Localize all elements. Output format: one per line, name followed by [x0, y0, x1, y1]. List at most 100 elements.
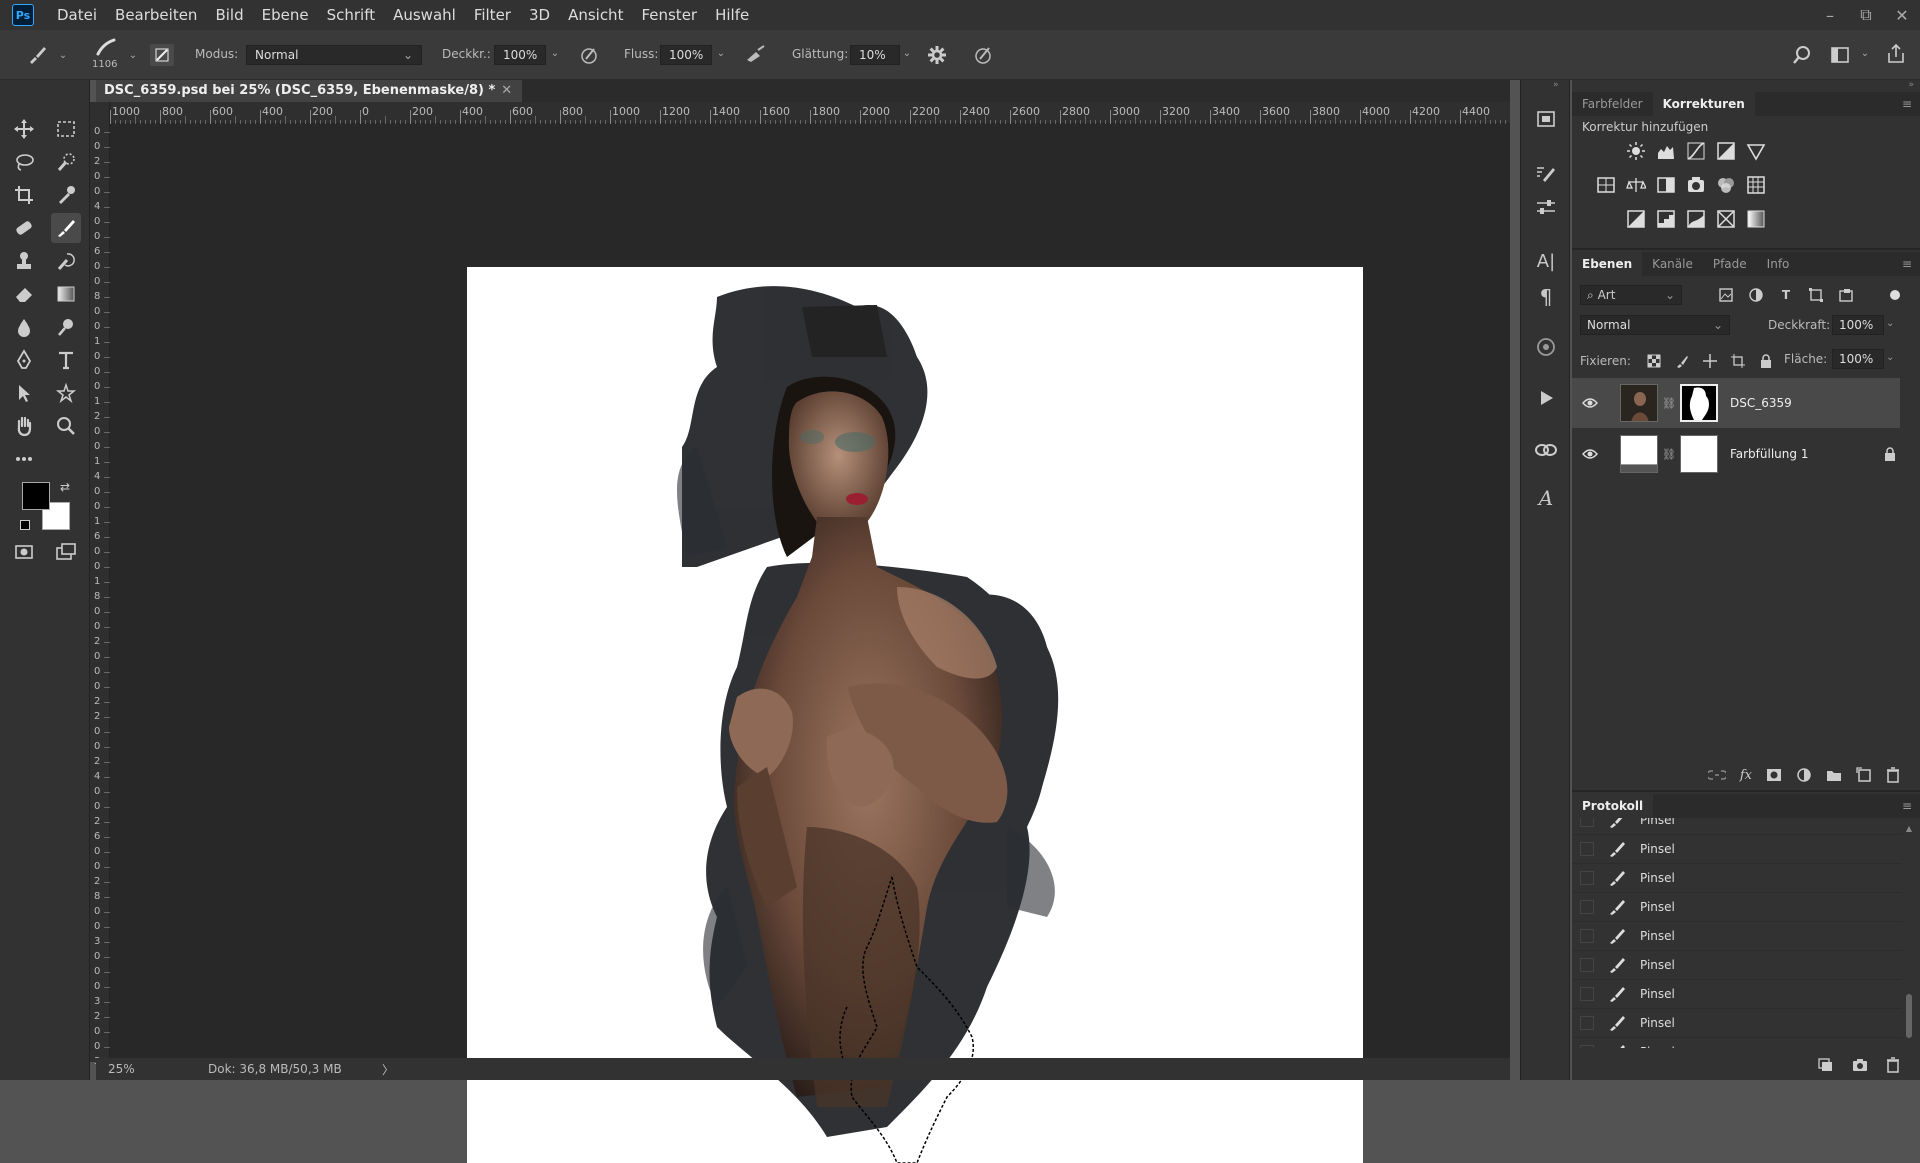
blur-tool-icon[interactable] — [9, 312, 39, 342]
gradient-tool-icon[interactable] — [51, 279, 81, 309]
lock-transparency-icon[interactable] — [1642, 350, 1666, 372]
brush-preset-picker[interactable]: 1106 — [92, 36, 122, 76]
glyphs-icon[interactable]: A — [1533, 485, 1559, 511]
foreground-color-swatch[interactable] — [22, 482, 50, 510]
eyedropper-tool-icon[interactable] — [51, 180, 81, 210]
smoothing-field[interactable]: 10% — [850, 45, 900, 65]
fill-field[interactable]: 100% — [1832, 349, 1884, 369]
filter-toggle[interactable] — [1890, 290, 1900, 300]
zoom-level[interactable]: 25% — [108, 1062, 188, 1076]
default-colors-icon[interactable] — [20, 520, 30, 530]
history-source-checkbox[interactable] — [1580, 929, 1594, 943]
airbrush-icon[interactable] — [744, 44, 768, 66]
gear-icon[interactable] — [926, 44, 948, 66]
tab-protokoll[interactable]: Protokoll — [1572, 794, 1654, 818]
layer-opacity-field[interactable]: 100% — [1832, 315, 1884, 335]
blend-mode-select[interactable]: Normal ⌄ — [1580, 315, 1730, 335]
filter-shape-icon[interactable] — [1804, 284, 1828, 306]
pressure-opacity-icon[interactable] — [578, 44, 600, 66]
menu-3d[interactable]: 3D — [529, 6, 550, 24]
curves-icon[interactable] — [1684, 140, 1708, 162]
photoshop-logo[interactable]: Ps — [12, 4, 34, 26]
layer-name[interactable]: DSC_6359 — [1730, 396, 1792, 410]
share-icon[interactable] — [1886, 43, 1906, 65]
lock-artboard-icon[interactable] — [1726, 350, 1750, 372]
flow-caret-icon[interactable]: ⌄ — [714, 48, 728, 62]
new-snapshot-camera-icon[interactable] — [1852, 1058, 1868, 1072]
color-lookup-icon[interactable] — [1744, 174, 1768, 196]
document-tab[interactable]: DSC_6359.psd bei 25% (DSC_6359, Ebenenma… — [96, 80, 523, 102]
move-tool-icon[interactable] — [9, 114, 39, 144]
custom-shape-tool-icon[interactable] — [51, 378, 81, 408]
history-source-checkbox[interactable] — [1580, 958, 1594, 972]
history-item[interactable]: Pinsel — [1572, 1009, 1902, 1038]
tool-preset-caret-icon[interactable]: ⌄ — [56, 50, 70, 64]
search-icon[interactable] — [1792, 45, 1812, 65]
healing-brush-tool-icon[interactable] — [9, 213, 39, 243]
filter-type-icon[interactable]: T — [1774, 284, 1798, 306]
posterize-icon[interactable] — [1654, 208, 1678, 230]
history-item[interactable]: Pinsel — [1572, 922, 1902, 951]
brush-settings-panel-icon[interactable] — [150, 44, 174, 66]
workspace-icon[interactable] — [1830, 45, 1850, 65]
pressure-size-icon[interactable] — [972, 44, 994, 66]
eraser-tool-icon[interactable] — [9, 279, 39, 309]
history-source-checkbox[interactable] — [1580, 818, 1594, 827]
clone-stamp-tool-icon[interactable] — [9, 246, 39, 276]
marquee-tool-icon[interactable] — [51, 114, 81, 144]
mask-link-icon[interactable]: ⛓ — [1662, 448, 1676, 461]
hand-tool-icon[interactable] — [9, 411, 39, 441]
actions-play-icon[interactable] — [1533, 385, 1559, 411]
document-canvas[interactable] — [467, 267, 1363, 1163]
brightness-contrast-icon[interactable] — [1624, 140, 1648, 162]
history-item[interactable]: Pinsel — [1572, 1038, 1902, 1048]
mode-select[interactable]: Normal ⌄ — [246, 45, 422, 65]
history-item[interactable]: Pinsel — [1572, 980, 1902, 1009]
type-tool-icon[interactable] — [51, 345, 81, 375]
black-white-icon[interactable] — [1654, 174, 1678, 196]
scroll-up-icon[interactable]: ▲ — [1904, 824, 1914, 833]
layer-visibility-eye-icon[interactable] — [1582, 397, 1604, 409]
filter-adjustment-icon[interactable] — [1744, 284, 1768, 306]
exposure-icon[interactable] — [1714, 140, 1738, 162]
panel-menu-icon[interactable]: ≡ — [1902, 97, 1912, 111]
workspace-caret-icon[interactable]: ⌄ — [1858, 48, 1872, 62]
fill-layer-mask-thumbnail[interactable] — [1679, 435, 1718, 473]
levels-icon[interactable] — [1654, 140, 1678, 162]
layer-opacity-caret-icon[interactable]: ⌄ — [1886, 318, 1894, 329]
menu-datei[interactable]: Datei — [57, 6, 97, 24]
lock-all-icon[interactable] — [1754, 350, 1778, 372]
lock-pixels-icon[interactable] — [1670, 350, 1694, 372]
layer-visibility-eye-icon[interactable] — [1582, 448, 1604, 460]
selective-color-icon[interactable] — [1714, 208, 1738, 230]
crop-tool-icon[interactable] — [9, 180, 39, 210]
tab-pfade[interactable]: Pfade — [1703, 257, 1757, 271]
gradient-map-icon[interactable] — [1744, 208, 1768, 230]
brush-tool-icon[interactable] — [26, 44, 48, 66]
pen-tool-icon[interactable] — [9, 345, 39, 375]
menu-auswahl[interactable]: Auswahl — [393, 6, 456, 24]
history-source-checkbox[interactable] — [1580, 900, 1594, 914]
close-tab-icon[interactable]: ✕ — [501, 83, 512, 98]
menu-ebene[interactable]: Ebene — [262, 6, 309, 24]
path-selection-tool-icon[interactable] — [9, 378, 39, 408]
new-document-from-state-icon[interactable] — [1818, 1057, 1834, 1073]
history-item[interactable]: Pinsel — [1572, 818, 1902, 835]
layer-filter-select[interactable]: ⌕ Art ⌄ — [1580, 285, 1682, 305]
menu-fenster[interactable]: Fenster — [641, 6, 697, 24]
tab-ebenen[interactable]: Ebenen — [1572, 252, 1643, 276]
tab-korrekturen[interactable]: Korrekturen — [1652, 92, 1755, 116]
history-source-checkbox[interactable] — [1580, 1045, 1594, 1048]
restore-button[interactable]: ⧉ — [1848, 0, 1884, 30]
lasso-tool-icon[interactable] — [9, 147, 39, 177]
panels-collapse-icon[interactable]: » — [1908, 80, 1914, 90]
history-item[interactable]: Pinsel — [1572, 951, 1902, 980]
adjustment-sliders-icon[interactable] — [1533, 195, 1559, 221]
screen-mode-icon[interactable] — [51, 537, 81, 567]
link-layers-icon[interactable] — [1707, 768, 1726, 782]
libraries-icon[interactable] — [1533, 106, 1559, 132]
filter-smart-object-icon[interactable] — [1834, 284, 1858, 306]
menu-schrift[interactable]: Schrift — [327, 6, 376, 24]
layer-mask-thumbnail[interactable] — [1679, 384, 1718, 422]
history-menu-icon[interactable]: ≡ — [1902, 799, 1912, 813]
